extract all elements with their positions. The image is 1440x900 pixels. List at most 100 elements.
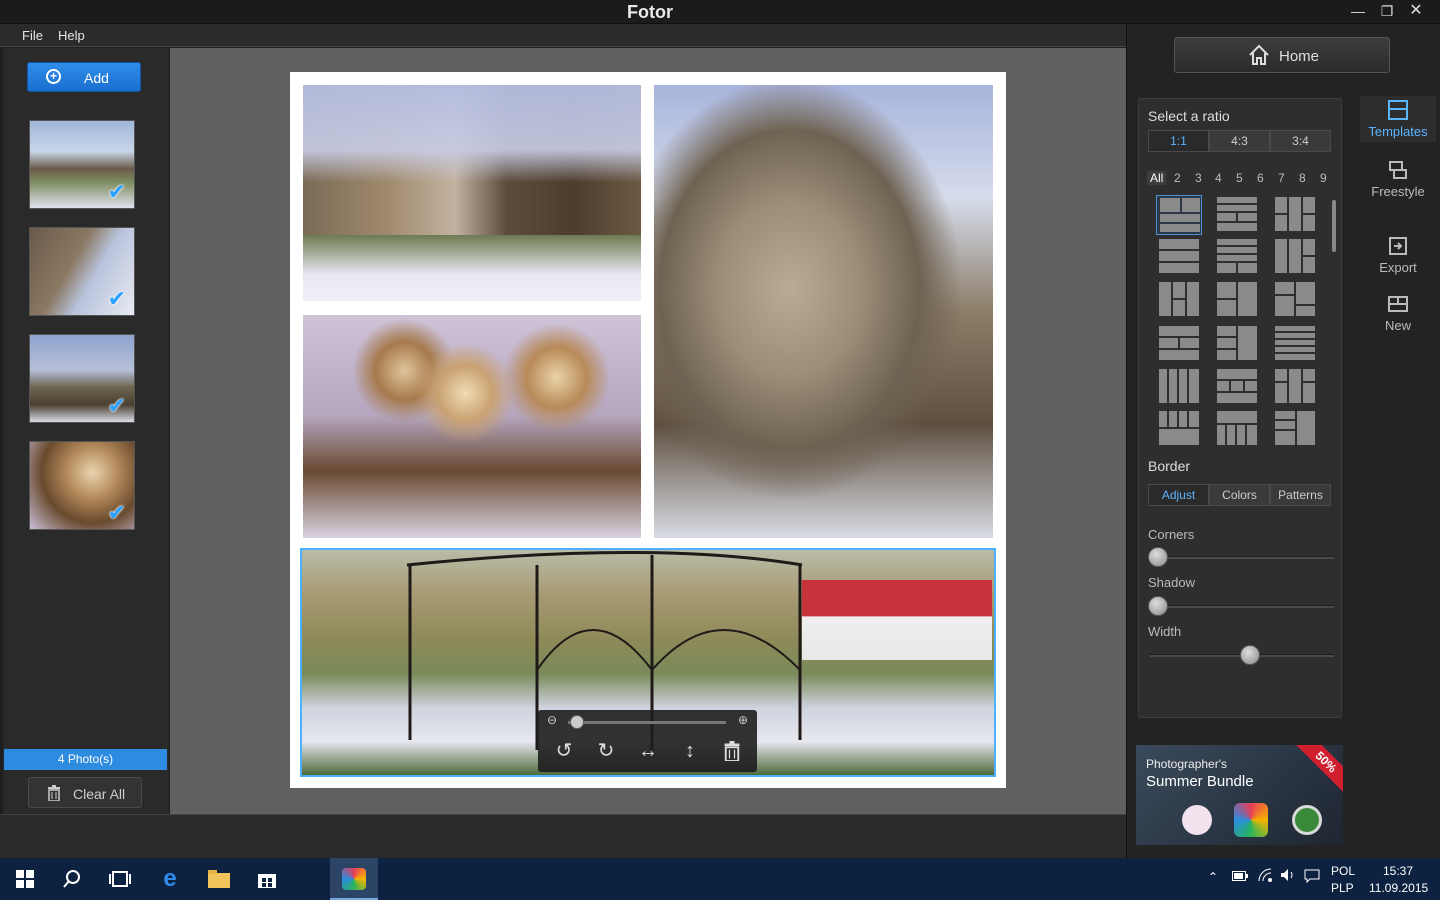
template-option[interactable] — [1156, 195, 1202, 235]
template-option[interactable] — [1214, 195, 1260, 235]
zoom-slider-track[interactable] — [568, 721, 726, 724]
home-button[interactable]: Home — [1174, 37, 1390, 73]
clear-all-button[interactable]: Clear All — [28, 777, 142, 808]
clock-date[interactable]: 11.09.2015 — [1369, 881, 1428, 895]
delete-photo-icon[interactable] — [717, 738, 747, 764]
template-option[interactable] — [1272, 195, 1318, 235]
select-ratio-label: Select a ratio — [1148, 108, 1230, 124]
template-option[interactable] — [1214, 280, 1260, 320]
photo-thumbnail[interactable]: ✔ — [29, 227, 135, 316]
shadow-label: Shadow — [1148, 575, 1195, 590]
character-app-icon — [1182, 805, 1212, 835]
zoom-in-icon[interactable]: ⊕ — [735, 713, 751, 729]
shadow-slider-handle[interactable] — [1148, 596, 1168, 616]
template-option[interactable] — [1272, 324, 1318, 364]
tab-adjust[interactable]: Adjust — [1148, 484, 1209, 506]
template-option[interactable] — [1156, 237, 1202, 277]
collage-cell-stone-face[interactable] — [654, 85, 993, 538]
template-option[interactable] — [1214, 409, 1260, 449]
action-center-icon[interactable] — [1304, 869, 1320, 886]
rotate-left-icon[interactable]: ↺ — [549, 738, 579, 764]
restore-button[interactable]: ❐ — [1373, 0, 1401, 22]
network-icon[interactable] — [1258, 868, 1274, 885]
collage-cell-dry-flowers[interactable] — [303, 315, 641, 538]
layout-template-icon — [1217, 369, 1257, 403]
promo-banner[interactable]: Photographer's Summer Bundle 50% — [1136, 745, 1343, 845]
menu-file[interactable]: File — [22, 28, 43, 43]
new-collage-icon — [1388, 296, 1408, 312]
menu-help[interactable]: Help — [58, 28, 85, 43]
corners-slider-handle[interactable] — [1148, 547, 1168, 567]
layout-template-icon — [1275, 239, 1315, 273]
zoom-out-icon[interactable]: ⊖ — [544, 713, 560, 729]
edge-browser-icon[interactable]: e — [155, 864, 185, 894]
filter-9[interactable]: 9 — [1320, 171, 1327, 185]
battery-icon[interactable] — [1232, 870, 1248, 884]
filter-all[interactable]: All — [1147, 171, 1167, 185]
layout-template-icon — [1159, 282, 1199, 316]
clock-time[interactable]: 15:37 — [1383, 864, 1413, 878]
template-option[interactable] — [1156, 367, 1202, 407]
filter-2[interactable]: 2 — [1174, 171, 1181, 185]
layout-template-icon — [1217, 239, 1257, 273]
filter-8[interactable]: 8 — [1299, 171, 1306, 185]
file-explorer-icon[interactable] — [204, 864, 234, 894]
border-heading: Border — [1148, 458, 1191, 474]
minimize-button[interactable]: — — [1344, 0, 1372, 22]
template-option[interactable] — [1272, 409, 1318, 449]
fotor-taskbar-button[interactable] — [330, 858, 378, 900]
template-option[interactable] — [1156, 409, 1202, 449]
layout-template-icon — [1275, 411, 1315, 445]
tab-colors[interactable]: Colors — [1209, 484, 1270, 506]
template-option[interactable] — [1214, 237, 1260, 277]
search-icon[interactable] — [57, 864, 87, 894]
photo-thumbnail[interactable]: ✔ — [29, 441, 135, 530]
template-option[interactable] — [1156, 324, 1202, 364]
layout-template-icon — [1159, 239, 1199, 273]
flip-vertical-icon[interactable]: ↕ — [675, 738, 705, 764]
flip-horizontal-icon[interactable]: ↔ — [633, 738, 663, 764]
keyboard-layout[interactable]: PLP — [1331, 881, 1354, 895]
windows-start-icon[interactable] — [10, 864, 40, 894]
layout-template-icon — [1159, 326, 1199, 360]
corners-slider-track[interactable] — [1150, 556, 1334, 559]
template-scrollbar[interactable] — [1332, 200, 1336, 252]
task-view-icon[interactable] — [105, 864, 135, 894]
filter-5[interactable]: 5 — [1236, 171, 1243, 185]
tab-patterns[interactable]: Patterns — [1270, 484, 1331, 506]
template-option[interactable] — [1214, 324, 1260, 364]
tab-new[interactable]: New — [1360, 290, 1436, 340]
tab-templates[interactable]: Templates — [1360, 96, 1436, 142]
collage-cell-castle[interactable] — [303, 85, 641, 301]
taskbar: e ⌃ POL PLP 15:37 11.09.2015 — [0, 858, 1440, 900]
width-slider-handle[interactable] — [1240, 645, 1260, 665]
template-option[interactable] — [1272, 280, 1318, 320]
home-icon — [1249, 44, 1269, 65]
ratio-1-1-button[interactable]: 1:1 — [1148, 130, 1209, 152]
ratio-3-4-button[interactable]: 3:4 — [1270, 130, 1331, 152]
store-icon[interactable] — [252, 864, 282, 894]
add-photo-button[interactable]: + Add — [27, 62, 141, 92]
filter-4[interactable]: 4 — [1215, 171, 1222, 185]
filter-3[interactable]: 3 — [1195, 171, 1202, 185]
template-option[interactable] — [1272, 237, 1318, 277]
ratio-4-3-button[interactable]: 4:3 — [1209, 130, 1270, 152]
tab-freestyle[interactable]: Freestyle — [1360, 156, 1436, 206]
tab-export[interactable]: Export — [1360, 232, 1436, 282]
template-option[interactable] — [1214, 367, 1260, 407]
layout-template-icon — [1275, 326, 1315, 360]
menu-bar: File Help — [0, 24, 1126, 47]
template-option[interactable] — [1272, 367, 1318, 407]
input-language[interactable]: POL — [1331, 864, 1355, 878]
show-hidden-icons-icon[interactable]: ⌃ — [1208, 870, 1218, 884]
shadow-slider-track[interactable] — [1150, 605, 1334, 608]
template-option[interactable] — [1156, 280, 1202, 320]
filter-6[interactable]: 6 — [1257, 171, 1264, 185]
photo-thumbnail[interactable]: ✔ — [29, 120, 135, 209]
close-button[interactable]: ✕ — [1402, 0, 1430, 22]
photo-thumbnail[interactable]: ✔ — [29, 334, 135, 423]
zoom-slider-handle[interactable] — [570, 715, 584, 729]
filter-7[interactable]: 7 — [1278, 171, 1285, 185]
rotate-right-icon[interactable]: ↻ — [591, 738, 621, 764]
volume-icon[interactable] — [1280, 868, 1296, 885]
